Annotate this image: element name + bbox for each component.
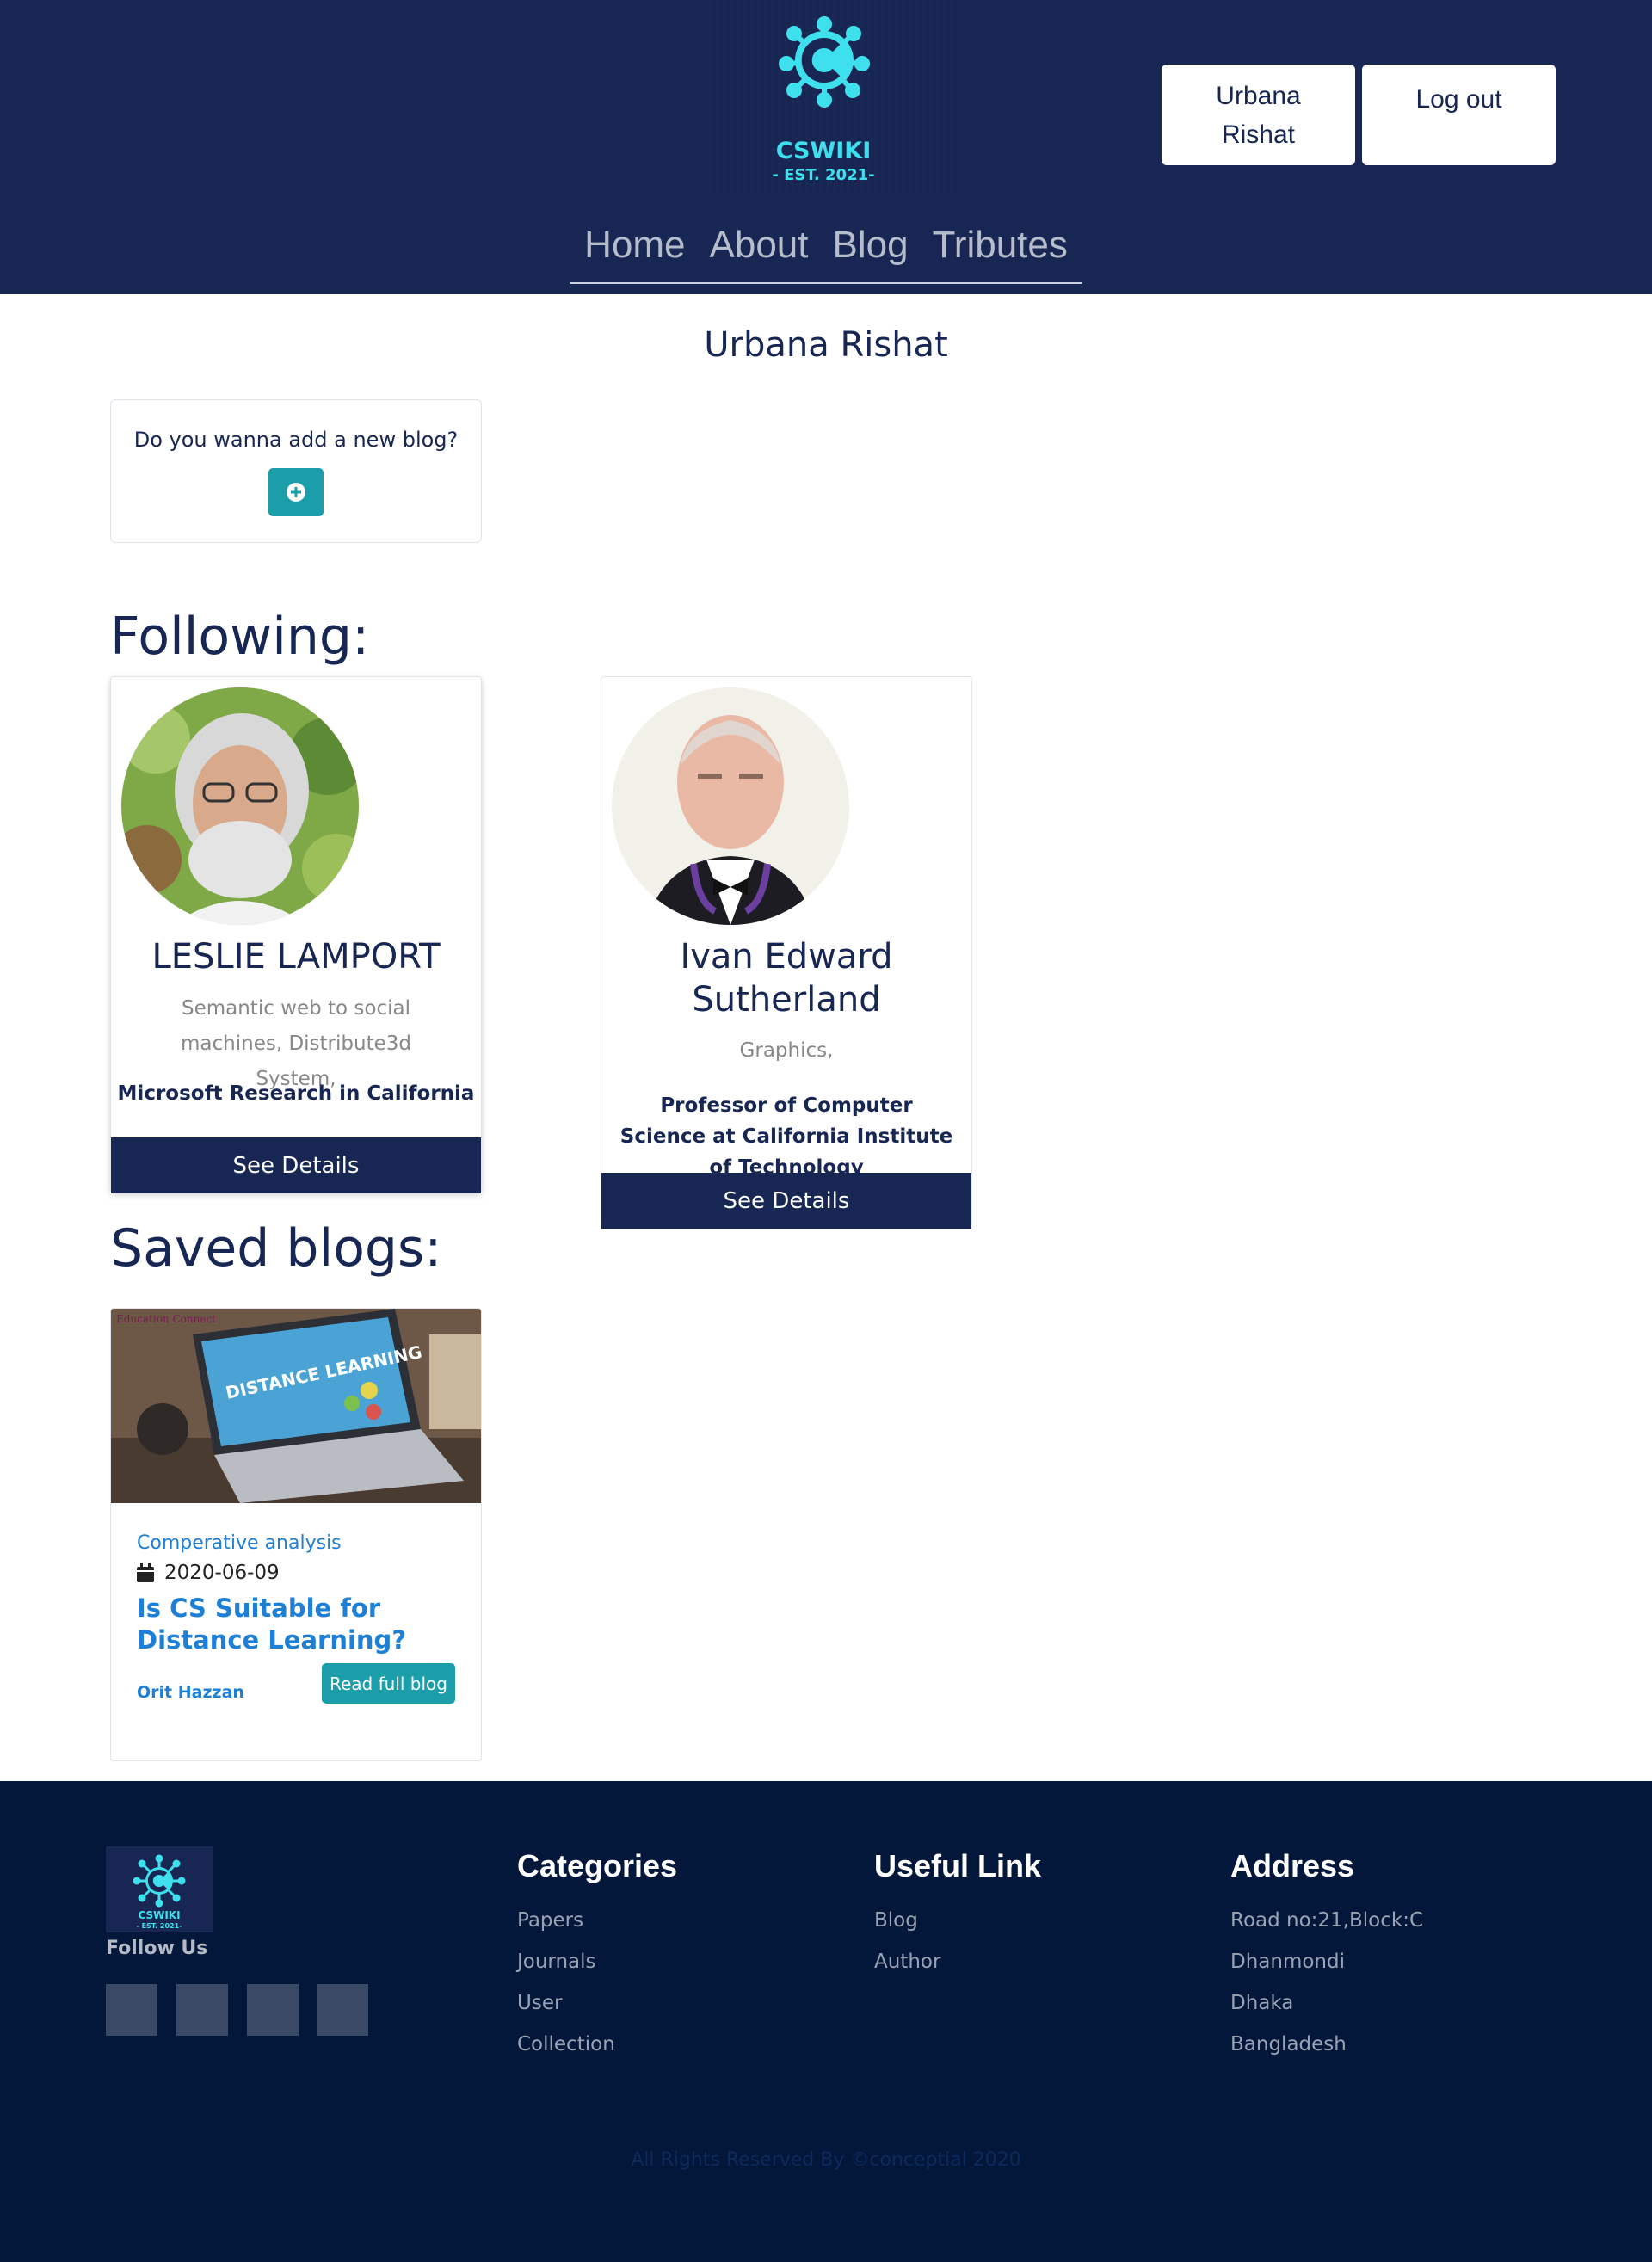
facebook-icon[interactable] xyxy=(106,1984,157,2036)
person-name: LESLIE LAMPORT xyxy=(151,937,441,977)
nav-about[interactable]: About xyxy=(710,215,809,282)
add-blog-question: Do you wanna add a new blog? xyxy=(133,428,459,452)
categories-title: Categories xyxy=(517,1848,678,1883)
person-fields: Graphics, xyxy=(739,1039,834,1062)
category-collection[interactable]: Collection xyxy=(517,2024,677,2065)
blog-title[interactable]: Is CS Suitable for Distance Learning? xyxy=(137,1593,464,1656)
main-nav: Home About Blog Tributes xyxy=(570,215,1082,284)
person-affiliation: Microsoft Research in California xyxy=(117,1082,475,1105)
page-title: Urbana Rishat xyxy=(704,325,948,365)
see-details-button[interactable]: See Details xyxy=(601,1173,971,1229)
category-papers[interactable]: Papers xyxy=(517,1900,677,1941)
site-logo[interactable]: CSWIKI - EST. 2021- xyxy=(707,2,952,194)
category-user[interactable]: User xyxy=(517,1982,677,2024)
nav-tributes[interactable]: Tributes xyxy=(933,215,1068,282)
plus-circle-icon xyxy=(287,483,305,502)
linkedin-icon[interactable] xyxy=(317,1984,368,2036)
person-affiliation: Professor of Computer Science at Califor… xyxy=(620,1094,953,1179)
footer-address: Address Road no:21,Block:C Dhanmondi Dha… xyxy=(1230,1848,1423,2065)
virus-c-logo-icon: CSWIKI - EST. 2021- xyxy=(772,16,875,184)
svg-text:CSWIKI: CSWIKI xyxy=(776,138,872,164)
instagram-icon[interactable] xyxy=(247,1984,299,2036)
read-full-blog-button[interactable]: Read full blog xyxy=(322,1663,455,1704)
user-profile-button[interactable]: Urbana Rishat xyxy=(1162,65,1355,165)
avatar xyxy=(121,687,359,925)
following-card: LESLIE LAMPORT Semantic web to social ma… xyxy=(110,676,482,1193)
address-line: Road no:21,Block:C xyxy=(1230,1909,1424,1932)
following-heading: Following: xyxy=(110,607,370,667)
nav-blog[interactable]: Blog xyxy=(832,215,908,282)
following-card: Ivan Edward Sutherland Graphics, Profess… xyxy=(601,676,972,1229)
twitter-icon[interactable] xyxy=(176,1984,228,2036)
site-footer: CSWIKI - EST. 2021- Follow Us Categories… xyxy=(0,1781,1652,2262)
blog-category[interactable]: Comperative analysis xyxy=(137,1532,342,1554)
see-details-button[interactable]: See Details xyxy=(111,1137,481,1193)
footer-categories: Categories Papers Journals User Collecti… xyxy=(517,1848,677,2065)
blog-date-text: 2020-06-09 xyxy=(164,1562,280,1584)
follow-us-label: Follow Us xyxy=(106,1938,208,1959)
saved-blogs-heading: Saved blogs: xyxy=(110,1218,442,1279)
address-line: Dhaka xyxy=(1230,1992,1294,2014)
useful-link-blog[interactable]: Blog xyxy=(874,1900,1041,1941)
add-blog-button[interactable] xyxy=(268,468,324,516)
blog-date: 2020-06-09 xyxy=(137,1562,280,1584)
calendar-icon xyxy=(137,1563,154,1582)
site-header: CSWIKI - EST. 2021- Urbana Rishat Log ou… xyxy=(0,0,1652,294)
svg-text:CSWIKI: CSWIKI xyxy=(138,1909,180,1921)
svg-text:Education Connect: Education Connect xyxy=(116,1313,216,1325)
address-line: Dhanmondi xyxy=(1230,1951,1346,1973)
footer-logo[interactable]: CSWIKI - EST. 2021- xyxy=(106,1846,213,1932)
logout-button[interactable]: Log out xyxy=(1362,65,1556,165)
category-journals[interactable]: Journals xyxy=(517,1941,677,1982)
svg-text:- EST. 2021-: - EST. 2021- xyxy=(137,1922,182,1930)
saved-blog-card: DISTANCE LEARNING Education Connect Comp… xyxy=(110,1308,482,1761)
avatar xyxy=(612,687,849,925)
useful-link-title: Useful Link xyxy=(874,1848,1042,1883)
address-title: Address xyxy=(1230,1848,1355,1883)
nav-home[interactable]: Home xyxy=(584,215,685,282)
svg-text:- EST. 2021-: - EST. 2021- xyxy=(772,166,874,184)
virus-c-logo-icon: CSWIKI - EST. 2021- xyxy=(133,1854,186,1930)
person-name: Ivan Edward Sutherland xyxy=(680,937,893,1020)
address-line: Bangladesh xyxy=(1230,2033,1347,2056)
blog-thumbnail[interactable]: DISTANCE LEARNING Education Connect xyxy=(111,1309,481,1503)
footer-useful-link: Useful Link Blog Author xyxy=(874,1848,1041,1982)
blog-author[interactable]: Orit Hazzan xyxy=(137,1683,244,1702)
copyright-text: All Rights Reserved By ©conceptial 2020 xyxy=(631,2149,1021,2171)
useful-link-author[interactable]: Author xyxy=(874,1941,1041,1982)
add-blog-card: Do you wanna add a new blog? xyxy=(110,399,482,543)
